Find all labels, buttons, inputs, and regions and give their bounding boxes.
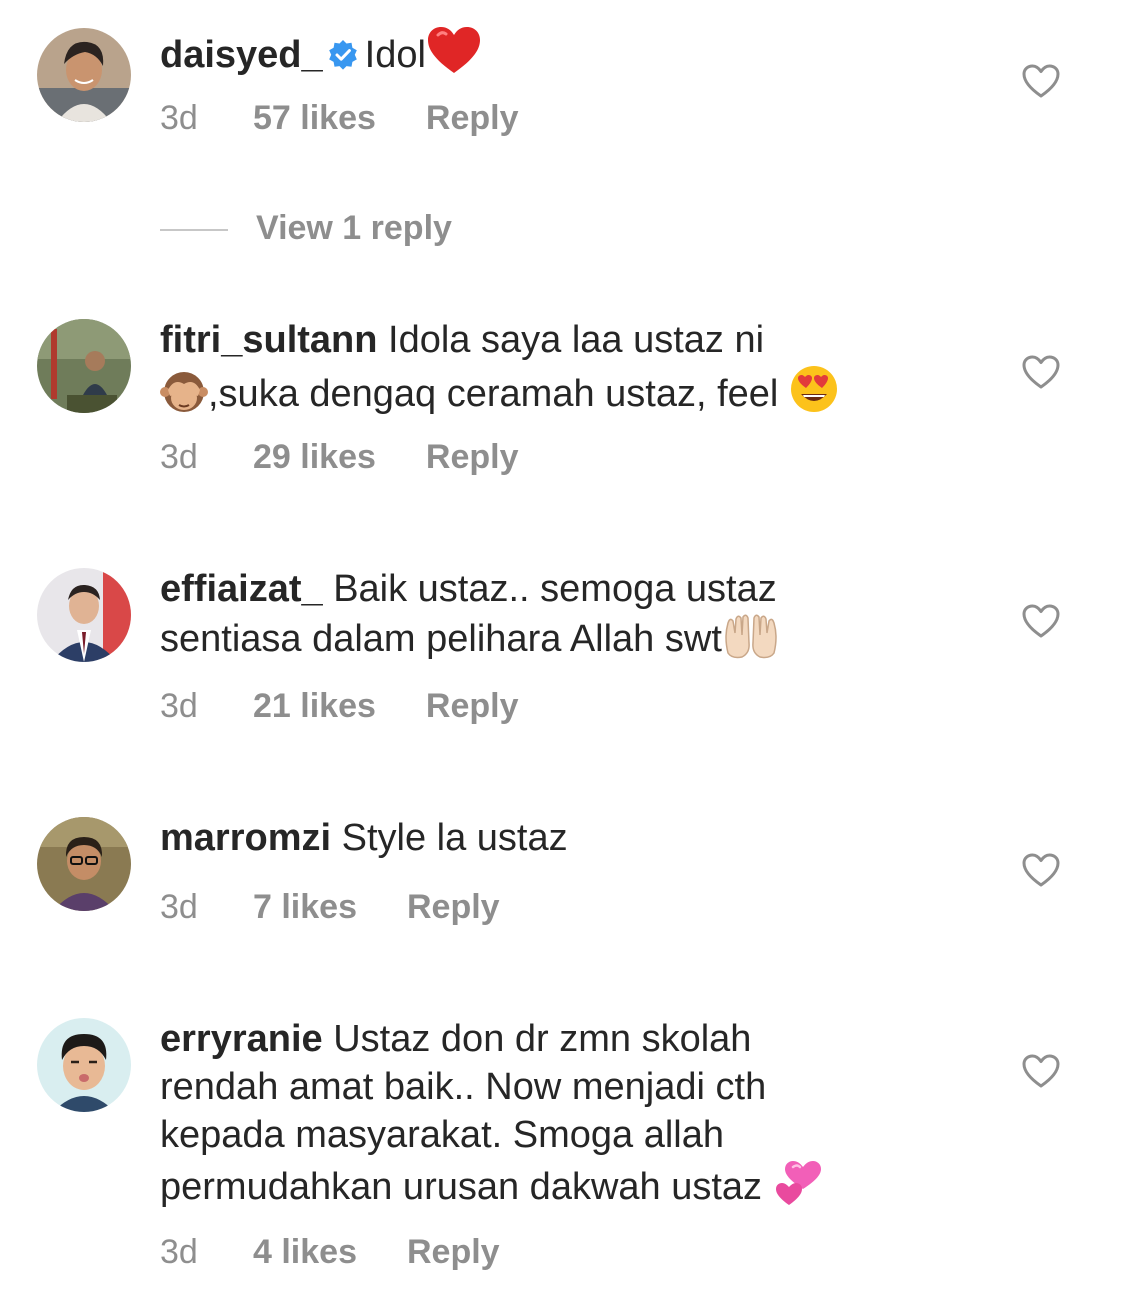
comment-body: daisyed_ Idol	[160, 25, 960, 87]
view-replies-button[interactable]: View 1 reply	[160, 208, 452, 248]
comment-text-content: Idol	[364, 34, 426, 76]
red-heart-icon	[426, 25, 482, 87]
comment-text-content: sentiasa dalam pelihara Allah swt	[160, 618, 722, 660]
comment-item: fitri_sultann Idola saya laa ustaz ni ,s…	[0, 300, 1125, 500]
avatar[interactable]	[37, 1018, 131, 1112]
likes-count[interactable]: 7 likes	[253, 887, 357, 927]
view-replies-label[interactable]: View 1 reply	[256, 209, 452, 247]
comment-meta: 3d 21 likes Reply	[160, 686, 518, 726]
comment-meta: 3d 7 likes Reply	[160, 887, 500, 927]
comment-text-content: Style la ustaz	[341, 817, 568, 859]
comment-age: 3d	[160, 687, 198, 725]
reply-button[interactable]: Reply	[426, 437, 519, 477]
comment-body: marromzi Style la ustaz	[160, 814, 960, 862]
comment-text-content: Baik ustaz.. semoga ustaz	[333, 568, 777, 610]
comment-age: 3d	[160, 438, 198, 476]
username[interactable]: fitri_sultann	[160, 319, 377, 361]
comment-text: erryranie Ustaz don dr zmn skolah rendah…	[160, 1015, 960, 1219]
comment-age: 3d	[160, 888, 198, 926]
likes-count[interactable]: 29 likes	[253, 437, 376, 477]
heart-outline-icon[interactable]	[1022, 1054, 1060, 1088]
comment-item: daisyed_ Idol 3d 57 likes Reply View 1 repl…	[0, 0, 1125, 260]
heart-outline-icon[interactable]	[1022, 64, 1060, 98]
palms-up-together-icon	[722, 613, 780, 671]
reply-button[interactable]: Reply	[426, 686, 519, 726]
reply-button[interactable]: Reply	[426, 98, 519, 138]
comment-meta: 3d 57 likes Reply	[160, 98, 518, 138]
likes-count[interactable]: 57 likes	[253, 98, 376, 138]
comment-text-content: ,suka dengaq ceramah ustaz, feel	[208, 373, 779, 415]
reply-button[interactable]: Reply	[407, 1232, 500, 1272]
verified-badge-icon	[327, 35, 359, 83]
revolving-hearts-icon	[773, 1159, 825, 1219]
comment-body: fitri_sultann Idola saya laa ustaz ni ,s…	[160, 316, 960, 426]
comment-meta: 3d 29 likes Reply	[160, 437, 518, 477]
heart-outline-icon[interactable]	[1022, 604, 1060, 638]
comment-age: 3d	[160, 1233, 198, 1271]
comment-meta: 3d 4 likes Reply	[160, 1232, 500, 1272]
comment-text: fitri_sultann Idola saya laa ustaz ni ,s…	[160, 316, 960, 426]
comment-text-content: rendah amat baik.. Now menjadi cth	[160, 1066, 767, 1108]
comment-age: 3d	[160, 99, 198, 137]
avatar[interactable]	[37, 28, 131, 122]
avatar[interactable]	[37, 319, 131, 413]
comment-text-content: permudahkan urusan dakwah ustaz	[160, 1166, 763, 1208]
heart-outline-icon[interactable]	[1022, 355, 1060, 389]
username[interactable]: effiaizat_	[160, 568, 323, 610]
username[interactable]: marromzi	[160, 817, 331, 859]
comment-item: effiaizat_ Baik ustaz.. semoga ustaz sen…	[0, 550, 1125, 750]
comment-text: marromzi Style la ustaz	[160, 814, 960, 862]
avatar[interactable]	[37, 817, 131, 911]
comment-text: effiaizat_ Baik ustaz.. semoga ustaz sen…	[160, 565, 960, 671]
comment-item: marromzi Style la ustaz 3d 7 likes Reply	[0, 800, 1125, 950]
avatar[interactable]	[37, 568, 131, 662]
replies-divider	[160, 229, 228, 232]
see-no-evil-monkey-icon	[160, 368, 208, 426]
username[interactable]: erryranie	[160, 1018, 323, 1060]
username[interactable]: daisyed_	[160, 34, 323, 76]
heart-outline-icon[interactable]	[1022, 853, 1060, 887]
comment-body: effiaizat_ Baik ustaz.. semoga ustaz sen…	[160, 565, 960, 671]
comment-text-content: kepada masyarakat. Smoga allah	[160, 1114, 724, 1156]
comment-body: erryranie Ustaz don dr zmn skolah rendah…	[160, 1015, 960, 1219]
smiling-face-with-heart-eyes-icon	[789, 364, 839, 426]
reply-button[interactable]: Reply	[407, 887, 500, 927]
comment-text: daisyed_ Idol	[160, 25, 960, 87]
comment-text-content: Ustaz don dr zmn skolah	[333, 1018, 752, 1060]
comment-text-content: Idola saya laa ustaz ni	[388, 319, 765, 361]
likes-count[interactable]: 21 likes	[253, 686, 376, 726]
comment-item: erryranie Ustaz don dr zmn skolah rendah…	[0, 1000, 1125, 1299]
likes-count[interactable]: 4 likes	[253, 1232, 357, 1272]
